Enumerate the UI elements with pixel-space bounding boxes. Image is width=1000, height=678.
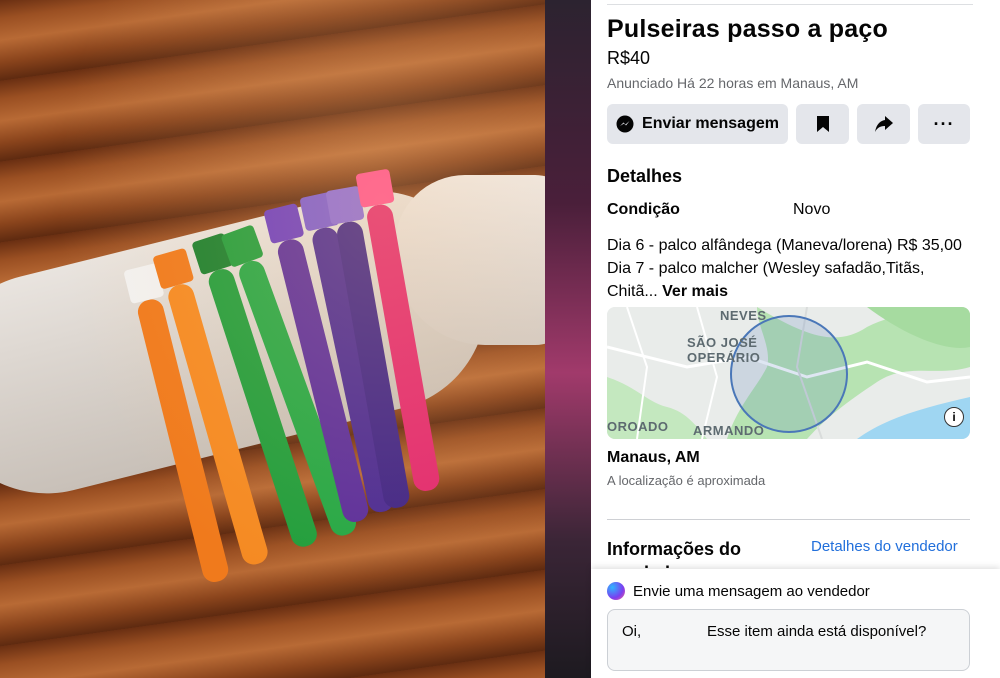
wristband-orange-1: [123, 262, 231, 585]
message-greeting: Oi,: [622, 623, 642, 640]
message-prefill: Esse item ainda está disponível?: [707, 623, 927, 640]
more-options-button[interactable]: ···: [918, 104, 970, 144]
bookmark-icon: [816, 116, 829, 132]
map-label-sao-jose: SÃO JOSÉ: [687, 335, 758, 350]
listing-title: Pulseiras passo a paço: [607, 15, 888, 43]
save-button[interactable]: [796, 104, 849, 144]
arm-shape: [0, 167, 510, 517]
map-label-neves: NEVES: [720, 308, 767, 323]
condition-value: Novo: [793, 201, 831, 218]
send-message-label: Enviar mensagem: [642, 115, 779, 132]
listing-meta: Anunciado Há 22 horas em Manaus, AM: [607, 75, 859, 91]
wristband-purple-3: [325, 185, 412, 510]
see-more-link[interactable]: Ver mais: [662, 283, 728, 300]
listing-price: R$40: [607, 48, 651, 68]
map-info-icon[interactable]: i: [944, 407, 964, 427]
seller-details-link[interactable]: Detalhes do vendedor: [811, 538, 958, 555]
send-message-button[interactable]: Enviar mensagem: [607, 104, 788, 144]
description-truncated: Chitã...: [607, 283, 658, 300]
wristband-green-1: [191, 232, 320, 550]
message-input[interactable]: Oi, Esse item ainda está disponível?: [607, 609, 970, 671]
photo-divider: [545, 0, 591, 678]
listing-description: Dia 6 - palco alfândega (Maneva/lorena) …: [607, 234, 969, 303]
more-dots-icon: ···: [933, 113, 955, 134]
wristband-purple-1: [263, 202, 371, 525]
description-line: Dia 7 - palco malcher (Wesley safadão,Ti…: [607, 260, 925, 277]
top-divider: [607, 4, 973, 5]
messenger-icon: [607, 582, 625, 600]
message-seller-label: Envie uma mensagem ao vendedor: [633, 582, 870, 600]
description-line: Dia 6 - palco alfândega (Maneva/lorena) …: [607, 237, 962, 254]
hand-shape: [395, 175, 545, 345]
seller-heading-line2: vendedor: [607, 561, 797, 568]
wristband-green-2: [220, 224, 360, 539]
condition-label: Condição: [607, 201, 680, 218]
wristband-orange-2: [152, 247, 271, 568]
details-heading: Detalhes: [607, 166, 683, 186]
share-button[interactable]: [857, 104, 910, 144]
message-seller-title: Envie uma mensagem ao vendedor: [607, 582, 870, 600]
messenger-icon: [616, 115, 634, 133]
seller-info-heading: Informações do vendedor: [607, 537, 797, 568]
listing-photo[interactable]: [0, 0, 545, 678]
location-note: A localização é aproximada: [607, 473, 766, 488]
approximate-area-circle: [730, 315, 848, 433]
location-map[interactable]: NEVES SÃO JOSÉ OPERÁRIO OROADO ARMANDO i: [607, 307, 970, 439]
section-divider: [607, 519, 970, 520]
map-label-armando: ARMANDO: [693, 423, 765, 438]
map-label-oroado: OROADO: [607, 419, 669, 434]
description-line: Chitã... Ver mais: [607, 280, 969, 303]
seller-heading-line1: Informações do: [607, 539, 742, 559]
wristband-pink: [355, 168, 442, 493]
location-city: Manaus, AM: [607, 449, 700, 466]
wristband-purple-2: [299, 191, 397, 515]
share-icon: [874, 116, 893, 132]
map-label-operario: OPERÁRIO: [687, 350, 761, 365]
